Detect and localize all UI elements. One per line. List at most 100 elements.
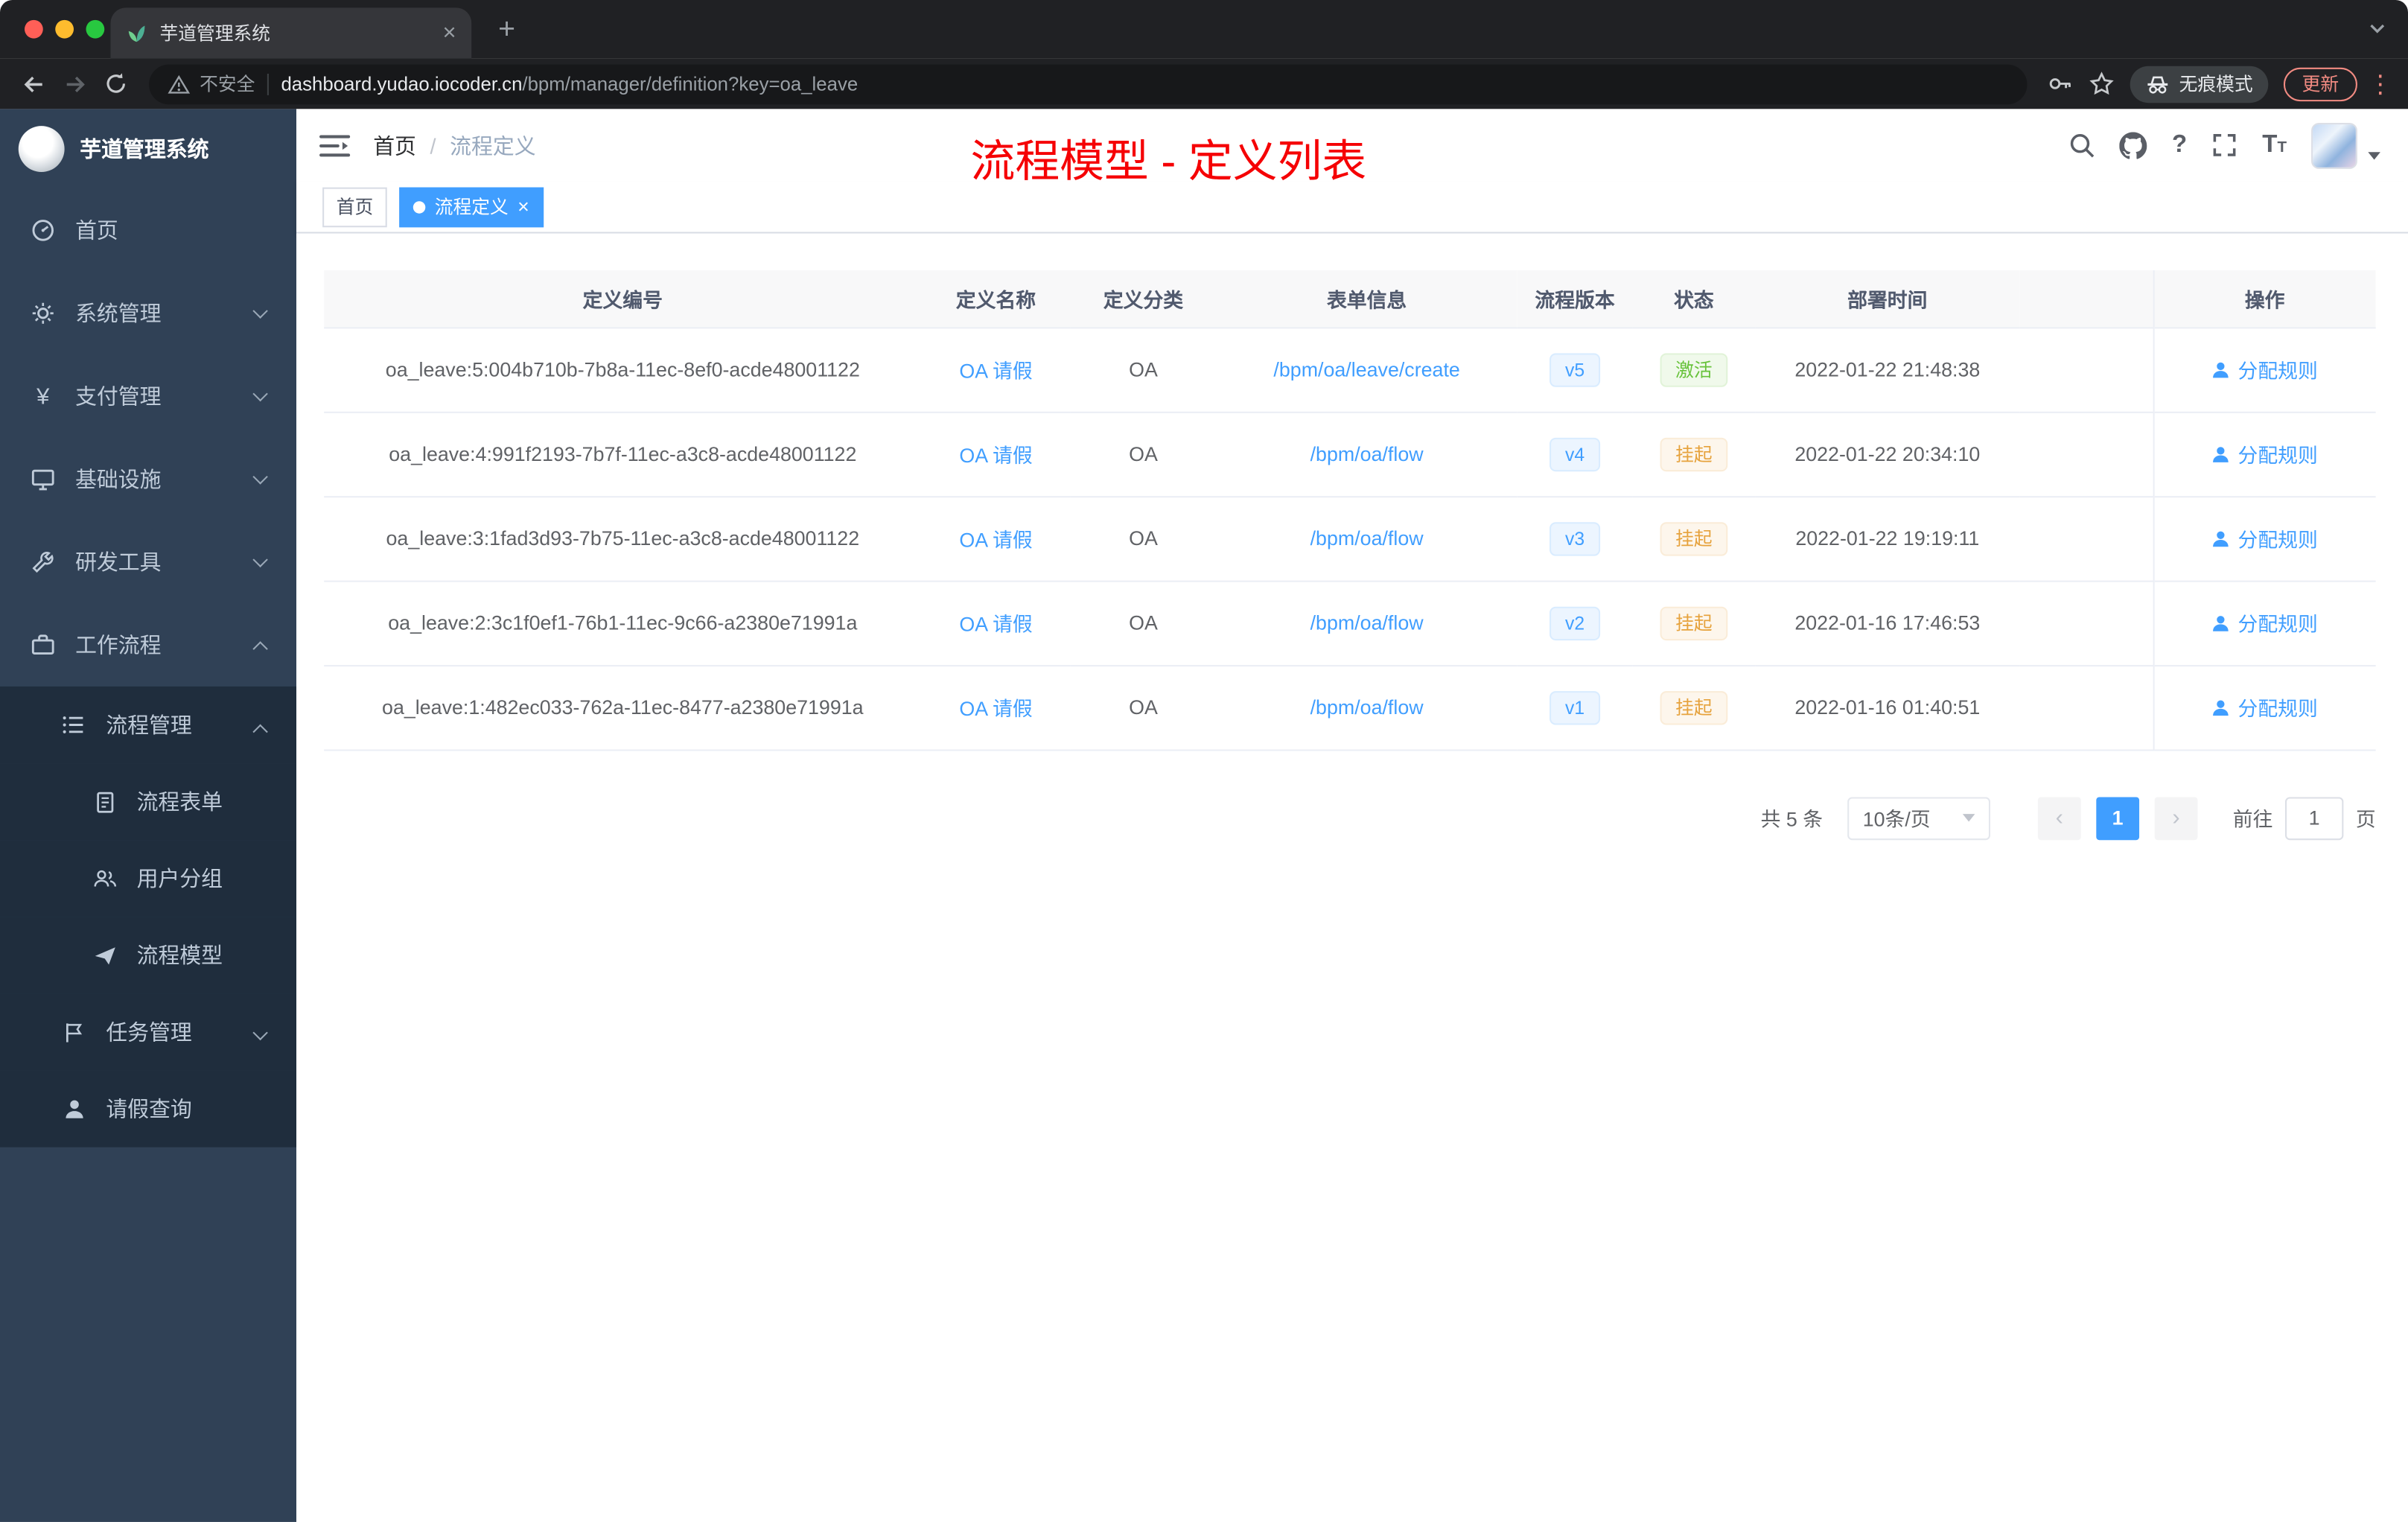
definition-category: OA — [1129, 526, 1158, 550]
window-zoom-button[interactable] — [86, 19, 105, 39]
sidebar-item-user-group[interactable]: 用户分组 — [0, 840, 297, 917]
assign-rule-link[interactable]: 分配规则 — [2211, 608, 2318, 637]
sidebar-item-process-management[interactable]: 流程管理 — [0, 686, 297, 764]
back-button[interactable] — [13, 63, 54, 105]
tag-process-definition[interactable]: 流程定义 × — [399, 186, 544, 227]
forward-button[interactable] — [54, 63, 95, 105]
definition-category: OA — [1129, 611, 1158, 634]
definition-name-link[interactable]: OA 请假 — [959, 444, 1032, 467]
next-page-button[interactable]: › — [2154, 796, 2198, 840]
sidebar-item-leave-query[interactable]: 请假查询 — [0, 1070, 297, 1147]
bookmark-star-icon[interactable] — [2081, 63, 2123, 105]
version-tag: v2 — [1549, 605, 1600, 640]
fullscreen-icon[interactable] — [2211, 132, 2237, 158]
sidebar-item-home[interactable]: 首页 — [0, 189, 296, 272]
definition-name-link[interactable]: OA 请假 — [959, 529, 1032, 552]
form-info-link[interactable]: /bpm/oa/leave/create — [1273, 358, 1459, 381]
page-1-button[interactable]: 1 — [2096, 796, 2139, 840]
sidebar-item-workflow[interactable]: 工作流程 — [0, 604, 296, 687]
traffic-lights — [25, 19, 105, 39]
chevron-down-icon — [252, 1025, 268, 1041]
breadcrumb-home[interactable]: 首页 — [373, 130, 416, 160]
sidebar-toggle-icon[interactable] — [296, 133, 373, 157]
user-icon — [2211, 698, 2230, 716]
tag-home[interactable]: 首页 — [322, 186, 387, 227]
assign-rule-label: 分配规则 — [2237, 612, 2318, 636]
security-warning-icon[interactable] — [168, 73, 191, 95]
table-row: oa_leave:2:3c1f0ef1-76b1-11ec-9c66-a2380… — [324, 580, 2376, 666]
tab-close-icon[interactable]: × — [442, 22, 456, 45]
status-tag: 挂起 — [1660, 605, 1728, 640]
form-info-link[interactable]: /bpm/oa/flow — [1310, 611, 1424, 634]
chevron-up-icon — [252, 641, 268, 657]
password-key-icon[interactable] — [2039, 63, 2081, 105]
definition-id: oa_leave:1:482ec033-762a-11ec-8477-a2380… — [382, 695, 864, 719]
font-size-small-glyph: T — [2277, 138, 2287, 156]
send-icon — [92, 943, 117, 967]
list-icon — [62, 713, 86, 737]
sidebar-item-process-model[interactable]: 流程模型 — [0, 917, 297, 994]
assign-rule-link[interactable]: 分配规则 — [2211, 354, 2318, 383]
caret-down-icon — [2368, 152, 2380, 160]
reload-button[interactable] — [95, 63, 137, 105]
browser-window: 芋道管理系统 × + 不安全 dashboard.yudao.iocoder.c… — [0, 0, 2408, 1522]
sidebar-item-system-management[interactable]: 系统管理 — [0, 272, 296, 354]
goto-page-input[interactable] — [2284, 796, 2344, 840]
users-icon — [92, 867, 117, 890]
prev-page-button[interactable]: ‹ — [2037, 796, 2081, 840]
tab-search-chevron-icon[interactable] — [2368, 22, 2386, 37]
definition-name-link[interactable]: OA 请假 — [959, 697, 1032, 720]
definition-id: oa_leave:5:004b710b-7b8a-11ec-8ef0-acde4… — [385, 357, 860, 381]
page-size-select[interactable]: 10条/页 — [1847, 796, 1990, 840]
form-info-link[interactable]: /bpm/oa/flow — [1310, 526, 1424, 550]
sidebar-item-dev-tools[interactable]: 研发工具 — [0, 520, 296, 603]
yen-icon: ¥ — [36, 383, 50, 410]
deploy-time: 2022-01-22 20:34:10 — [1794, 442, 1981, 465]
browser-tab[interactable]: 芋道管理系统 × — [110, 7, 472, 59]
definition-name-link[interactable]: OA 请假 — [959, 613, 1032, 636]
sidebar-item-label: 流程模型 — [136, 943, 223, 968]
definition-id: oa_leave:3:1fad3d93-7b75-11ec-a3c8-acde4… — [386, 526, 860, 550]
table-row: oa_leave:4:991f2193-7b7f-11ec-a3c8-acde4… — [324, 411, 2376, 497]
col-deploy-time: 部署时间 — [1755, 270, 2020, 328]
table-row: oa_leave:3:1fad3d93-7b75-11ec-a3c8-acde4… — [324, 496, 2376, 582]
sidebar-item-payment-management[interactable]: ¥ 支付管理 — [0, 354, 296, 437]
chevron-down-icon — [252, 469, 268, 485]
avatar[interactable] — [2311, 121, 2357, 168]
sidebar-item-infrastructure[interactable]: 基础设施 — [0, 438, 296, 520]
address-bar[interactable]: 不安全 dashboard.yudao.iocoder.cn/bpm/manag… — [149, 63, 2028, 104]
window-minimize-button[interactable] — [55, 19, 74, 39]
browser-menu-icon[interactable]: ⋮ — [2365, 69, 2395, 99]
url-host: dashboard.yudao.iocoder.cn — [281, 72, 523, 95]
update-button[interactable]: 更新 — [2283, 66, 2357, 101]
workflow-submenu: 流程管理 流程表单 用户分组 流程模型 任务管理 请假查询 — [0, 686, 297, 1147]
sidebar-item-label: 请假查询 — [106, 1096, 192, 1121]
sidebar-item-process-form[interactable]: 流程表单 — [0, 763, 297, 841]
pagination: 共 5 条 10条/页 ‹ 1 › 前往 页 — [324, 796, 2376, 840]
new-tab-button[interactable]: + — [488, 13, 526, 50]
assign-rule-label: 分配规则 — [2237, 359, 2318, 383]
wrench-icon — [31, 550, 55, 574]
font-size-icon[interactable]: TT — [2262, 132, 2287, 157]
sidebar-item-task-management[interactable]: 任务管理 — [0, 993, 297, 1071]
assign-rule-link[interactable]: 分配规则 — [2211, 439, 2318, 468]
window-close-button[interactable] — [25, 19, 43, 39]
table-header-row: 定义编号 定义名称 定义分类 表单信息 流程版本 状态 部署时间 操作 — [324, 270, 2376, 328]
help-icon[interactable]: ? — [2172, 131, 2187, 159]
tags-view-bar: 首页 流程定义 × — [296, 181, 2408, 234]
form-info-link[interactable]: /bpm/oa/flow — [1310, 442, 1424, 465]
search-icon[interactable] — [2069, 132, 2095, 158]
tag-label: 流程定义 — [434, 197, 509, 218]
incognito-spy-icon — [2145, 72, 2170, 95]
github-icon[interactable] — [2119, 131, 2148, 159]
definition-name-link[interactable]: OA 请假 — [959, 360, 1032, 383]
assign-rule-link[interactable]: 分配规则 — [2211, 692, 2318, 722]
table-row: oa_leave:1:482ec033-762a-11ec-8477-a2380… — [324, 665, 2376, 751]
tag-close-icon[interactable]: × — [517, 197, 529, 217]
assign-rule-link[interactable]: 分配规则 — [2211, 523, 2318, 553]
form-info-link[interactable]: /bpm/oa/flow — [1310, 695, 1424, 719]
navbar-actions: ? TT — [2069, 121, 2408, 168]
top-navbar: 首页 / 流程定义 流程模型 - 定义列表 ? T T — [296, 109, 2408, 188]
user-avatar-menu[interactable] — [2311, 121, 2380, 168]
col-definition-name: 定义名称 — [921, 270, 1071, 328]
